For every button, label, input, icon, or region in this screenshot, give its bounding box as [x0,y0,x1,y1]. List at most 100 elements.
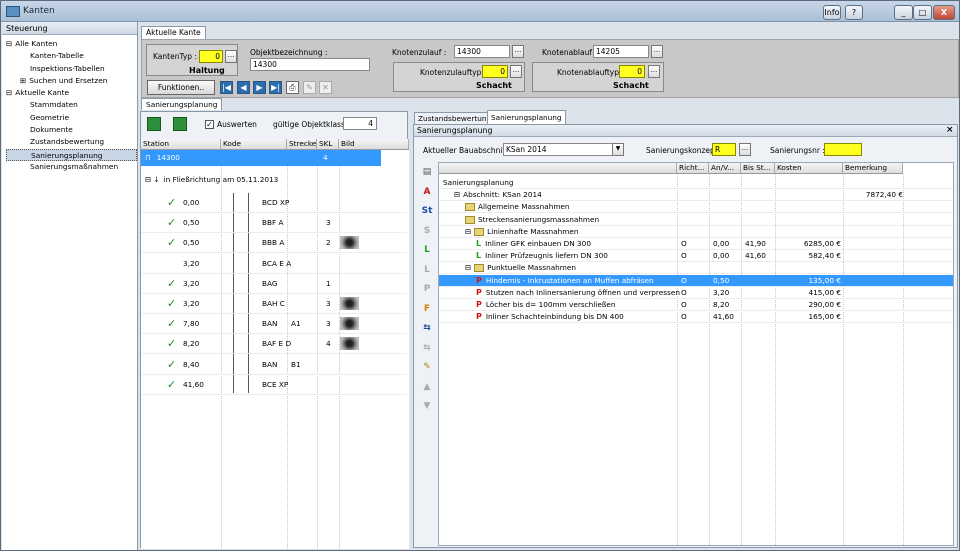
arrow-down-icon[interactable]: ▼ [420,399,434,413]
tree-row[interactable]: P Löcher bis d= 100mm verschließen O 8,20 29… [439,299,953,311]
column-header[interactable]: Bemerkung [843,163,903,174]
ablauf-dots-button[interactable]: ... [651,45,663,58]
funktionen-button[interactable]: Funktionen.. [147,80,215,95]
ablauftyp-field[interactable]: 0 [619,65,645,78]
info-button[interactable]: Info [823,5,841,20]
arrow-up-icon[interactable]: ▲ [420,380,434,394]
ablauf-input[interactable]: 14205 [593,45,649,58]
konzept-field[interactable]: R [712,143,736,156]
maximize-button[interactable]: □ [913,5,932,20]
tree-expander-icon[interactable]: ⊞ [20,76,26,85]
table-row[interactable]: ✓ 41,60 BCE XP [141,375,407,395]
objekt-input[interactable]: 14300 [250,58,370,71]
tree-row[interactable]: P Stutzen nach Inlinersanierung öffnen un… [439,287,953,299]
column-header[interactable]: SKL [317,139,339,150]
sort-icon[interactable]: ⇆ [420,321,434,335]
inspection-image[interactable] [340,236,359,250]
kantentyp-dots-button[interactable]: ... [225,50,237,63]
sidebar-item[interactable]: Kanten-Tabelle [6,50,137,62]
import-icon[interactable] [173,117,187,131]
chevron-down-icon[interactable]: ▼ [612,143,624,156]
column-header[interactable]: An/V... [709,163,741,174]
inspection-image[interactable] [340,297,359,310]
add-strecke-icon[interactable]: St [420,204,434,218]
zulauftyp-dots-button[interactable]: ... [510,65,522,78]
table-row[interactable]: ✓ 7,80 BAN A1 3 [141,314,407,335]
tree-expander-icon[interactable]: ⊟ [6,39,12,48]
expander-icon[interactable]: ⊟ [454,190,460,199]
expander-icon[interactable]: ⊟ [465,227,471,236]
table-row[interactable]: ✓ 3,20 BAH C 3 [141,294,407,314]
next-record-icon[interactable]: ▶ [253,81,266,94]
sidebar-item[interactable]: ⊞ Suchen und Ersetzen [6,75,137,87]
column-header[interactable] [439,163,677,174]
column-header[interactable]: Strecke [287,139,317,150]
tree-row[interactable]: L Inliner Prüfzeugnis liefern DN 300 O 0,00… [439,250,953,263]
tree-row[interactable]: Allgemeine Massnahmen [439,201,953,214]
ablauftyp-dots-button[interactable]: ... [648,65,660,78]
column-header[interactable]: Richt... [677,163,709,174]
inspection-image[interactable] [340,317,359,331]
sidebar-item[interactable]: Geometrie [6,112,137,124]
column-header[interactable]: Bis St... [741,163,775,174]
prev-record-icon[interactable]: ◀ [237,81,250,94]
abschnitt-select[interactable]: KSan 2014 [503,143,613,156]
tree-row[interactable]: L Inliner GFK einbauen DN 300 O 0,00 41,90 62… [439,238,953,250]
close-button[interactable]: X [933,5,955,20]
tree-row[interactable]: ⊟ Abschnitt: KSan 2014 7872,40 € [439,189,953,202]
sidebar-item[interactable]: Sanierungsmaßnahmen [6,161,137,173]
nr-field[interactable] [824,143,862,156]
tree-row[interactable]: ⊟ Linienhafte Massnahmen [439,226,953,238]
konzept-dots-button[interactable]: ... [739,143,751,156]
add-abschnitt-icon[interactable]: A [420,185,434,199]
kantentyp-field[interactable]: 0 [199,50,223,63]
tab-aktuelle-kante[interactable]: Aktuelle Kante [141,26,206,39]
column-header[interactable]: Kode [221,139,287,150]
table-row[interactable]: ✓ 3,20 BAG 1 [141,274,407,294]
first-record-icon[interactable]: |◀ [220,81,233,94]
export-icon[interactable] [147,117,161,131]
sidebar-item[interactable]: ⊟ Aktuelle Kante [6,87,137,99]
print-icon[interactable]: ⎙ [286,81,299,94]
strecke-gray-icon[interactable]: S [420,224,434,238]
zulauf-dots-button[interactable]: ... [512,45,524,58]
sidebar-item[interactable]: Inspektions-Tabellen [6,63,137,75]
sidebar-item[interactable]: Sanierungsplanung [6,148,137,161]
table-row[interactable]: ✓ 8,20 BAF E D 4 [141,334,407,355]
expander-icon[interactable]: ⊟ [465,263,471,272]
tab-sanierungsplanung-right[interactable]: Sanierungsplanung [487,110,566,124]
table-row[interactable]: ✓ 8,40 BAN B1 [141,355,407,375]
sidebar-item[interactable]: Zustandsbewertung [6,136,137,148]
table-row[interactable]: 3,20 BCA E A [141,254,407,274]
sanierung-icon[interactable]: ▤ [420,165,434,179]
sidebar-item[interactable]: Dokumente [6,124,137,136]
tree-row[interactable]: Sanierungsplanung [439,177,953,189]
inspection-image[interactable] [340,337,359,351]
table-row[interactable]: ✓ 0,00 BCD XP [141,193,407,213]
column-header[interactable]: Kosten [775,163,843,174]
sidebar-item[interactable]: ⊟ Alle Kanten [6,38,137,50]
tree-row[interactable]: ⊟ Punktuelle Massnahmen [439,262,953,275]
add-linie-icon[interactable]: L [420,243,434,257]
group-row[interactable]: ⊟ ↓ in Fließrichtung am 05.11.2013 [145,175,278,184]
klasse-input[interactable]: 4 [343,117,377,130]
tree-row[interactable]: Streckensanierungsmassnahmen [439,214,953,226]
tree-row[interactable]: P Hindernis - Inkrustationen an Muffen ab… [439,274,953,287]
delete-gray-icon[interactable]: ✕ [319,81,332,94]
tree-expander-icon[interactable]: ⊟ [6,88,12,97]
column-header[interactable]: Bild [339,139,409,150]
table-row[interactable]: ✓ 0,50 BBF A 3 [141,213,407,234]
edit-gray-icon[interactable]: ✎ [303,81,316,94]
table-row[interactable]: ✓ 0,50 BBB A 2 [141,233,407,254]
edit-icon[interactable]: ✎ [420,360,434,374]
column-header[interactable]: Station [141,139,221,150]
minimize-button[interactable]: _ [894,5,913,20]
tree-row[interactable]: P Inliner Schachteinbindung bis DN 400 O 41… [439,311,953,324]
collapse-icon[interactable]: ⊟ ↓ [145,175,160,184]
sidebar-item[interactable]: Stammdaten [6,99,137,111]
zulauftyp-field[interactable]: 0 [482,65,508,78]
punkt-gray-icon[interactable]: P [420,282,434,296]
help-button[interactable]: ? [845,5,863,20]
table-row[interactable]: ⊓ 14300 4 [141,150,381,166]
sort-gray-icon[interactable]: ⇆ [420,341,434,355]
